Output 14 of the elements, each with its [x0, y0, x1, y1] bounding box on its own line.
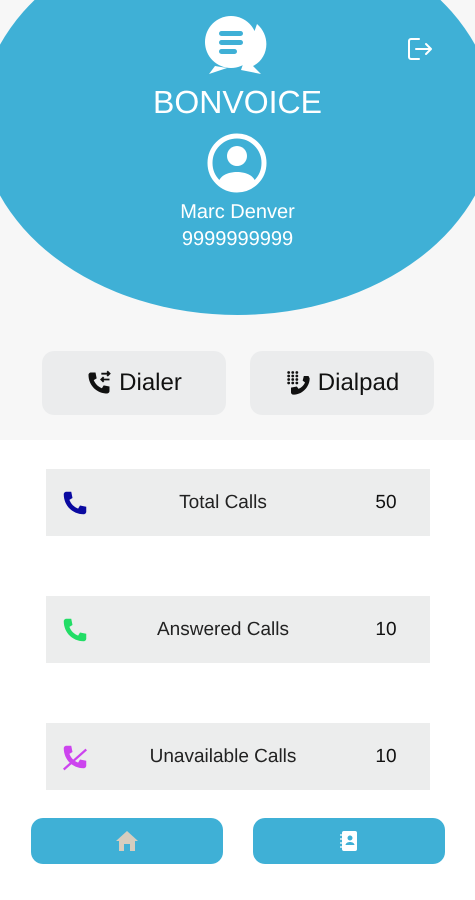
user-name: Marc Denver [180, 201, 295, 224]
home-button[interactable] [31, 818, 223, 864]
stat-label: Answered Calls [156, 618, 290, 640]
app-title: BONVOICE [153, 84, 322, 121]
stat-label: Unavailable Calls [148, 746, 298, 768]
contacts-button[interactable] [253, 818, 445, 864]
dialer-button[interactable]: Dialer [42, 351, 226, 415]
avatar-icon [207, 133, 268, 193]
phone-number: 9999999999 [182, 228, 294, 251]
stat-count: 10 [374, 746, 398, 768]
dialpad-button[interactable]: Dialpad [250, 351, 434, 415]
stat-count: 10 [374, 618, 398, 640]
stat-label: Total Calls [178, 492, 268, 514]
stat-count: 50 [374, 492, 398, 514]
